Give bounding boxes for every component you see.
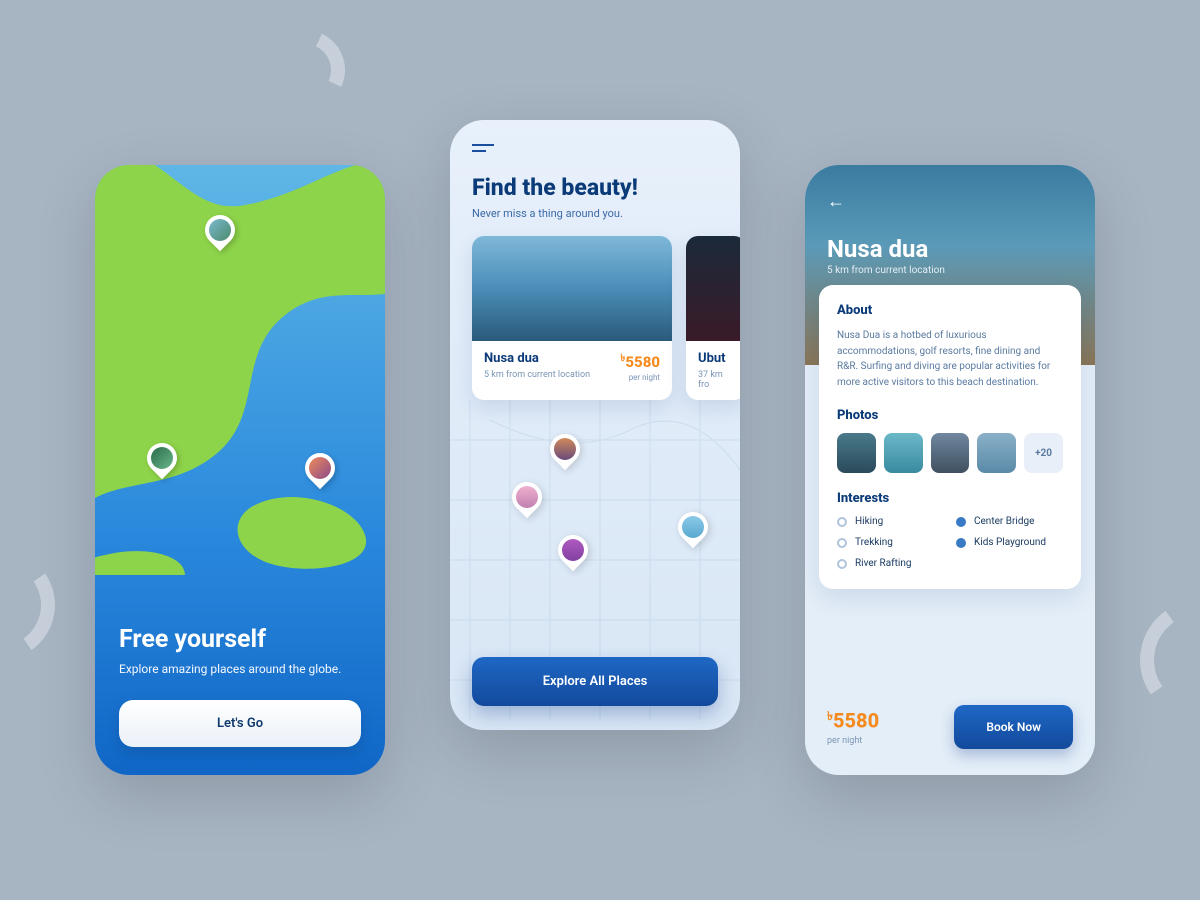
photos-heading: Photos — [837, 408, 1063, 423]
place-card-image — [686, 236, 740, 341]
place-card[interactable]: Nusa dua 5 km from current location ৳558… — [472, 236, 672, 400]
interest-item[interactable]: Trekking — [837, 537, 944, 548]
photos-more-chip[interactable]: +20 — [1024, 433, 1063, 473]
map-pin-icon — [305, 453, 335, 491]
radio-icon — [837, 517, 847, 527]
screen-explore: Find the beauty! Never miss a thing arou… — [450, 120, 740, 730]
lets-go-button[interactable]: Let's Go — [119, 700, 361, 747]
price-unit: per night — [620, 373, 660, 382]
map-pin-icon[interactable] — [512, 482, 542, 520]
photo-thumbnail[interactable] — [837, 433, 876, 473]
place-distance: 37 km fro — [698, 370, 734, 390]
about-text: Nusa Dua is a hotbed of luxurious accomm… — [837, 328, 1063, 390]
explore-all-button[interactable]: Explore All Places — [472, 657, 718, 706]
detail-subtitle: 5 km from current location — [827, 265, 945, 276]
place-name: Nusa dua — [484, 351, 590, 366]
place-price: ৳5580 — [620, 351, 660, 371]
detail-title: Nusa dua — [827, 235, 928, 263]
interest-item[interactable]: Center Bridge — [956, 516, 1063, 527]
detail-panel: About Nusa Dua is a hotbed of luxurious … — [819, 285, 1081, 589]
map-pin-icon[interactable] — [558, 535, 588, 573]
detail-price: ৳5580 — [827, 708, 879, 733]
photo-thumbnail[interactable] — [884, 433, 923, 473]
map-pin-icon[interactable] — [678, 512, 708, 550]
interest-item[interactable]: Hiking — [837, 516, 944, 527]
back-arrow-icon[interactable]: ← — [827, 191, 845, 212]
explore-subtitle: Never miss a thing around you. — [472, 207, 718, 220]
map-pin-icon — [205, 215, 235, 253]
interests-heading: Interests — [837, 491, 1063, 506]
map-pin-icon[interactable] — [550, 434, 580, 472]
radio-icon — [956, 517, 966, 527]
photo-thumbnails: +20 — [837, 433, 1063, 473]
explore-title: Find the beauty! — [472, 174, 718, 201]
about-heading: About — [837, 303, 1063, 318]
menu-icon[interactable] — [472, 144, 494, 152]
place-card-row[interactable]: Nusa dua 5 km from current location ৳558… — [472, 236, 718, 400]
radio-icon — [956, 538, 966, 548]
radio-icon — [837, 559, 847, 569]
screen-onboarding: Free yourself Explore amazing places aro… — [95, 165, 385, 775]
place-name: Ubut — [698, 351, 734, 366]
place-card-image — [472, 236, 672, 341]
interest-item[interactable]: Kids Playground — [956, 537, 1063, 548]
book-now-button[interactable]: Book Now — [954, 705, 1073, 749]
place-card[interactable]: Ubut 37 km fro — [686, 236, 740, 400]
price-unit: per night — [827, 736, 879, 746]
onboarding-title: Free yourself — [119, 625, 361, 654]
screen-detail: ← Nusa dua 5 km from current location Ab… — [805, 165, 1095, 775]
radio-icon — [837, 538, 847, 548]
map-pin-icon — [147, 443, 177, 481]
onboarding-subtitle: Explore amazing places around the globe. — [119, 662, 361, 676]
interest-item[interactable]: River Rafting — [837, 558, 944, 569]
photo-thumbnail[interactable] — [931, 433, 970, 473]
photo-thumbnail[interactable] — [977, 433, 1016, 473]
place-distance: 5 km from current location — [484, 370, 590, 380]
